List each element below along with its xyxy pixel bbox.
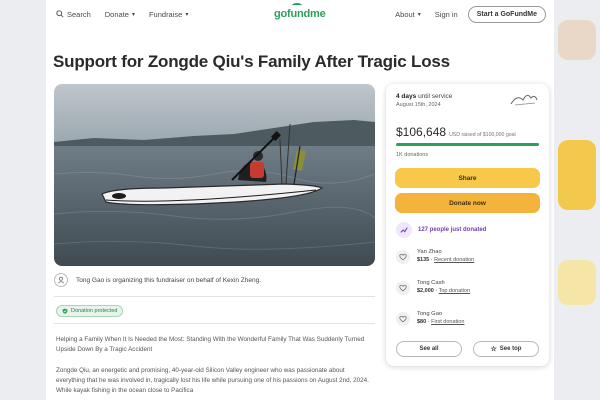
donor-name: Yan Zhao: [417, 249, 442, 255]
search-icon: [56, 10, 64, 18]
logo-text: gofundme: [274, 8, 326, 20]
divider: [54, 296, 375, 297]
donation-row: Yan Zhao $135 · Recent donation: [396, 249, 474, 264]
donation-icon: [396, 250, 410, 264]
donor-amount: $80: [417, 319, 427, 325]
donate-menu-label: Donate: [104, 9, 129, 19]
donate-now-button[interactable]: Donate now: [395, 193, 540, 213]
organizer-info: Tong Gao is organizing this fundraiser o…: [54, 273, 375, 287]
about-menu[interactable]: About ▾: [395, 10, 421, 19]
progress-bar: [396, 143, 539, 146]
see-top-label: See top: [499, 346, 522, 352]
organizer-text: Tong Gao is organizing this fundraiser o…: [76, 276, 262, 284]
search-link[interactable]: Search: [56, 10, 91, 19]
days-remaining: 4 days until service: [396, 93, 452, 100]
see-top-button[interactable]: ☆ See top: [473, 341, 539, 357]
fundraise-menu-label: Fundraise: [148, 9, 183, 19]
see-all-label: See all: [419, 346, 439, 352]
right-background-band: [554, 0, 600, 400]
donation-icon: [396, 312, 410, 326]
amount-raised: $106,648 USD raised of $100,000 goal: [396, 125, 516, 139]
search-label: Search: [67, 9, 91, 19]
badge-label: Donation protected: [71, 308, 118, 314]
donation-count: 1K donations: [396, 152, 429, 158]
progress-fill: [396, 143, 539, 146]
donation-row: Tong Gao $80 · First donation: [396, 311, 464, 326]
donor-tag[interactable]: Top donation: [439, 288, 471, 294]
top-nav: Search Donate ▾ Fundraise ▾ gofundme Abo…: [46, 0, 554, 28]
donation-row: Tong Cash $2,000 · Top donation: [396, 280, 470, 295]
signature-logo-icon: [510, 94, 538, 106]
logo-sprout-icon: [292, 3, 302, 8]
chevron-down-icon: ▾: [185, 11, 189, 18]
see-all-button[interactable]: See all: [396, 341, 462, 357]
background-blotch: [558, 20, 596, 60]
user-icon: [54, 273, 68, 287]
star-icon: ☆: [490, 346, 497, 353]
recent-donations-text: 127 people just donated: [418, 227, 487, 233]
divider: [54, 323, 375, 324]
background-blotch: [558, 140, 596, 210]
chevron-down-icon: ▾: [417, 11, 421, 18]
donor-name: Tong Cash: [417, 280, 445, 286]
fundraise-menu[interactable]: Fundraise ▾: [149, 10, 188, 19]
donation-protected-badge[interactable]: Donation protected: [56, 305, 124, 317]
donor-amount: $2,000: [417, 288, 434, 294]
donation-card: 4 days until service August 15th, 2024 $…: [386, 84, 549, 366]
story-body: Zongde Qiu, an energetic and promising, …: [56, 367, 369, 394]
sign-in-link[interactable]: Sign in: [435, 10, 458, 19]
donor-name: Tong Gao: [417, 311, 443, 317]
background-blotch: [558, 260, 596, 305]
sign-in-label: Sign in: [434, 9, 458, 19]
page-title: Support for Zongde Qiu's Family After Tr…: [53, 52, 450, 71]
start-gofundme-button[interactable]: Start a GoFundMe: [467, 5, 546, 23]
story-headline: Helping a Family When It Is Needed the M…: [56, 336, 365, 353]
trend-icon: [396, 222, 412, 238]
share-button[interactable]: Share: [395, 168, 540, 188]
gofundme-logo[interactable]: gofundme: [274, 3, 326, 20]
donate-menu[interactable]: Donate ▾: [105, 10, 135, 19]
chevron-down-icon: ▾: [131, 11, 135, 18]
days-value: 4 days: [396, 93, 417, 100]
shield-check-icon: [62, 308, 68, 314]
donation-icon: [396, 281, 410, 295]
about-menu-label: About: [395, 9, 415, 19]
recent-donations-banner[interactable]: 127 people just donated: [396, 222, 486, 238]
fundraiser-page: Search Donate ▾ Fundraise ▾ gofundme Abo…: [46, 0, 554, 400]
fundraiser-photo: [54, 84, 375, 266]
amount-value: $106,648: [396, 125, 447, 139]
donor-tag[interactable]: First donation: [431, 319, 464, 325]
left-background-band: [0, 0, 46, 400]
donor-tag[interactable]: Recent donation: [434, 257, 474, 263]
goal-text: USD raised of $100,000 goal: [449, 132, 516, 138]
donor-amount: $135: [417, 257, 430, 263]
days-suffix: until service: [418, 93, 453, 100]
service-date: August 15th, 2024: [396, 102, 441, 108]
